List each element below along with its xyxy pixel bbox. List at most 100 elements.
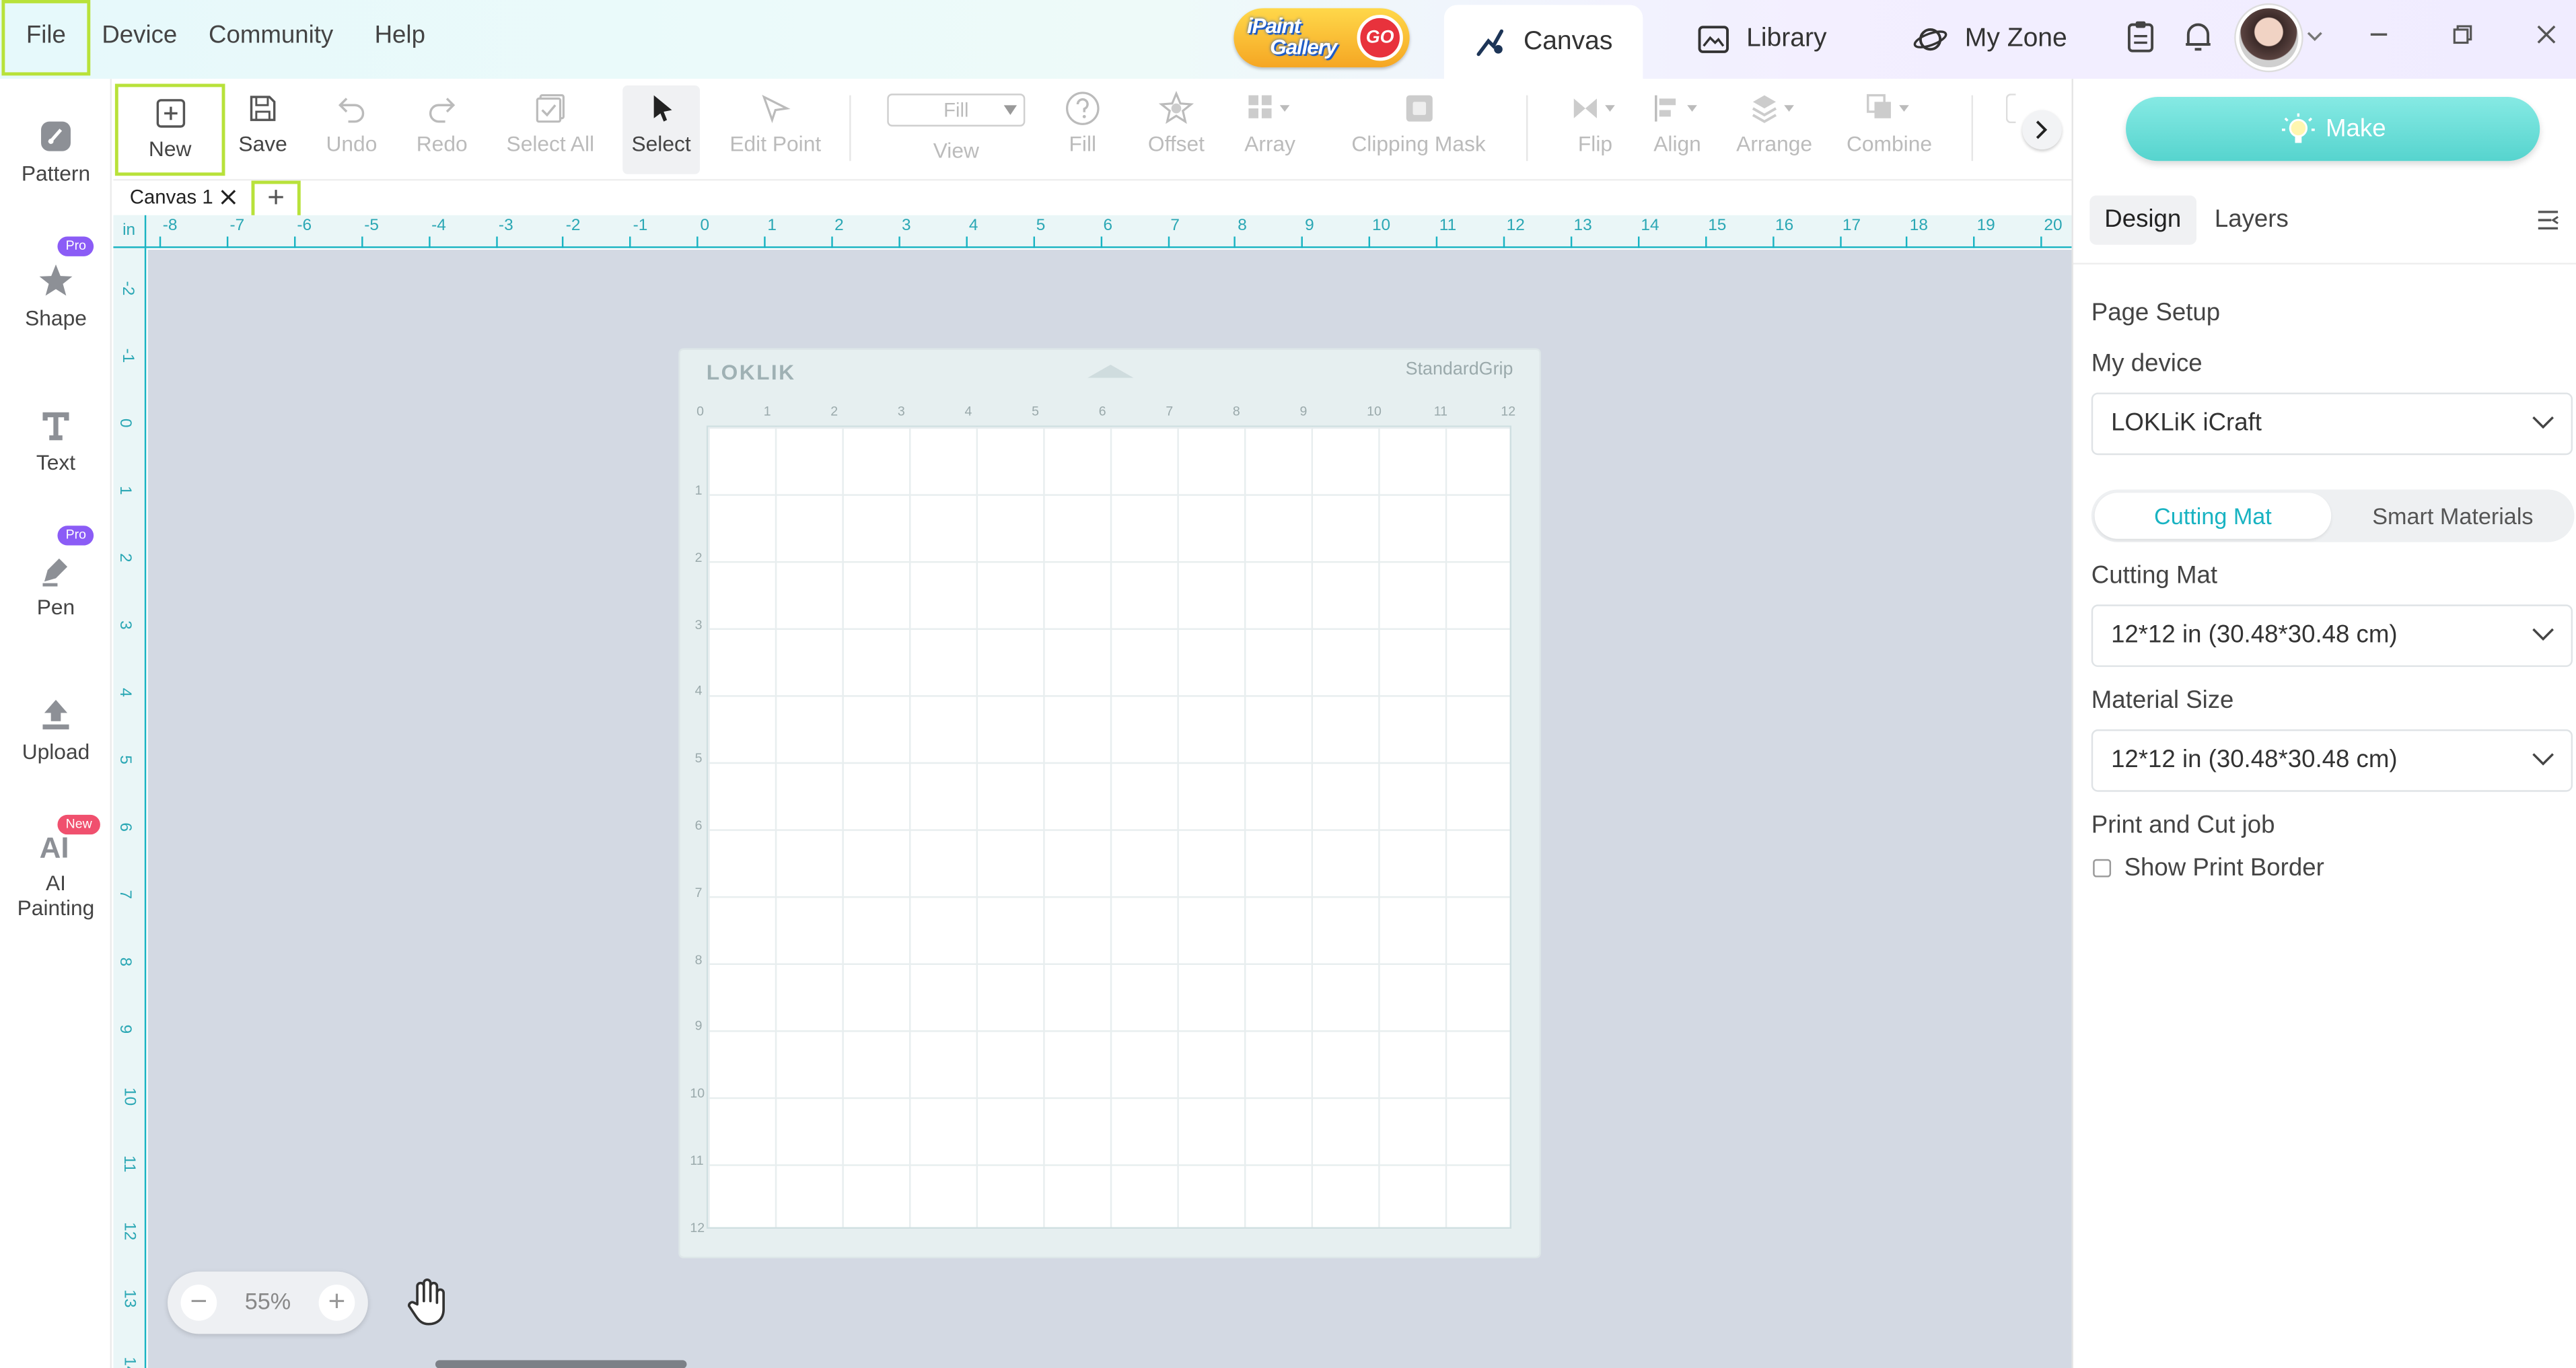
cutting-mat-select[interactable]: 12*12 in (30.48*30.48 cm)	[2091, 604, 2573, 668]
zoom-out-button[interactable]: −	[180, 1285, 217, 1321]
segment-cutting-mat[interactable]: Cutting Mat	[2094, 493, 2332, 539]
clipboard-icon[interactable]	[2126, 20, 2155, 52]
menu-file[interactable]: File	[1, 0, 91, 76]
close-icon[interactable]	[219, 189, 236, 205]
flip-button[interactable]: Flip	[1567, 85, 1623, 174]
undo-button[interactable]: Undo	[319, 85, 385, 174]
select-button[interactable]: Select	[622, 85, 700, 174]
menu-community[interactable]: Community	[209, 0, 333, 75]
document-tab-label: Canvas 1	[129, 185, 213, 209]
sidebar-item-text[interactable]: Text	[0, 407, 112, 475]
ruler-tick	[361, 236, 363, 248]
ruler-tick-label: 8	[1238, 217, 1247, 236]
clipping-mask-button[interactable]: Clipping Mask	[1349, 85, 1489, 174]
fill-select[interactable]: Fill	[887, 94, 1026, 127]
ruler-tick	[1570, 236, 1573, 248]
question-circle-icon	[1066, 92, 1100, 125]
ruler-tick-label: 6	[115, 822, 134, 832]
align-icon	[1655, 95, 1697, 122]
device-select[interactable]: LOKLiK iCraft	[2091, 392, 2573, 456]
segment-smart-materials[interactable]: Smart Materials	[2334, 493, 2571, 538]
canvas-area[interactable]: LOKLIK StandardGrip 0 1 2 3 4 5 6 7 8 9 10 11 12 123…	[147, 250, 2072, 1368]
view-group: Fill View	[886, 85, 1027, 174]
sidebar-item-pen[interactable]: Pro Pen	[0, 526, 112, 619]
redo-button[interactable]: Redo	[409, 85, 475, 174]
ruler-tick-label: 4	[115, 688, 134, 697]
tab-canvas[interactable]: Canvas	[1443, 5, 1643, 79]
tab-library[interactable]: Library	[1697, 0, 1826, 79]
tab-canvas-1[interactable]: Canvas 1	[130, 186, 236, 209]
horizontal-ruler: -8 -7 -6 -5 -4 -3 -2 -1 0 1 2 3 4 5 6 7 8 9 10 11 12 13 14 15 16…	[113, 215, 2072, 248]
close-icon	[2537, 25, 2556, 44]
bell-icon[interactable]	[2183, 20, 2213, 52]
select-all-button[interactable]: Select All	[501, 85, 600, 174]
ruler-tick	[1234, 236, 1236, 248]
avatar[interactable]	[2235, 5, 2302, 71]
tab-my-zone-label: My Zone	[1964, 24, 2067, 53]
ruler-tick-label: 4	[968, 217, 978, 236]
hand-pan-icon[interactable]	[404, 1278, 450, 1327]
ruler-tick-label: 8	[115, 957, 134, 967]
new-label: New	[148, 136, 192, 161]
horizontal-scrollbar[interactable]	[435, 1360, 687, 1368]
ruler-tick-label: 7	[115, 890, 134, 900]
vertical-ruler: -2 -1 0 1 2 3 4 5 6 7 8 9 10 11 12 13 14	[113, 248, 147, 1368]
ruler-tick	[1435, 236, 1438, 248]
sidebar-item-shape[interactable]: Pro Shape	[0, 236, 112, 330]
combine-button[interactable]: Combine	[1843, 85, 1935, 174]
close-button[interactable]	[2532, 23, 2561, 52]
ruler-tick	[1301, 236, 1303, 248]
clipping-mask-icon	[1405, 95, 1432, 122]
zoom-in-button[interactable]: +	[318, 1285, 355, 1321]
sidebar-item-label: Painting	[17, 895, 95, 921]
panel-collapse-icon[interactable]	[2536, 210, 2559, 230]
make-button[interactable]: Make	[2126, 97, 2540, 161]
tab-design[interactable]: Design	[2089, 195, 2196, 245]
fill-button[interactable]: Fill	[1058, 85, 1107, 174]
material-size-select[interactable]: 12*12 in (30.48*30.48 cm)	[2091, 729, 2573, 792]
mat-tick-label: 8	[694, 951, 703, 967]
mat-tick-label: 12	[690, 1220, 705, 1235]
sidebar-item-upload[interactable]: Upload	[0, 696, 112, 764]
zoom-level: 55%	[244, 1287, 291, 1315]
menu-help[interactable]: Help	[375, 0, 425, 75]
mat-tick-label: 9	[1299, 404, 1308, 419]
ruler-tick-label: 10	[120, 1087, 139, 1106]
ruler-tick-label: 14	[120, 1357, 139, 1368]
redo-icon	[429, 98, 456, 123]
save-button[interactable]: Save	[231, 85, 294, 174]
ruler-tick	[1906, 236, 1908, 248]
tab-layers[interactable]: Layers	[2200, 196, 2303, 245]
mat-tick-label: 11	[1433, 404, 1448, 419]
cursor-icon	[653, 95, 672, 122]
ruler-tick-label: 14	[1641, 217, 1659, 236]
ipaint-gallery-button[interactable]: iPaint Gallery GO	[1233, 8, 1410, 68]
ruler-tick-label: -6	[297, 217, 312, 236]
ruler-tick	[1839, 236, 1841, 248]
show-print-border-checkbox[interactable]	[2093, 859, 2112, 877]
restore-button[interactable]	[2448, 23, 2478, 52]
menu-device[interactable]: Device	[102, 0, 177, 75]
mat-tick-label: 6	[1098, 404, 1106, 419]
chevron-down-icon	[2532, 628, 2554, 641]
sidebar-item-label: Pattern	[21, 161, 91, 186]
tab-my-zone[interactable]: My Zone	[1912, 0, 2067, 79]
sidebar-item-pattern[interactable]: Pattern	[0, 118, 112, 186]
ruler-tick-label: 11	[1439, 217, 1457, 236]
sidebar-item-ai-painting[interactable]: New AI AI Painting	[0, 814, 112, 921]
new-button[interactable]: New	[114, 83, 225, 176]
arrange-button[interactable]: Arrange	[1733, 85, 1816, 174]
mat-tick-label: 9	[694, 1019, 703, 1034]
ruler-tick-label: 5	[115, 755, 134, 764]
mat-brand: LOKLIK	[706, 359, 796, 385]
align-button[interactable]: Align	[1649, 85, 1705, 174]
chevron-down-icon[interactable]	[2307, 30, 2323, 43]
mat-tick-label: 2	[694, 550, 703, 565]
array-button[interactable]: Array	[1237, 85, 1303, 174]
edit-point-button[interactable]: Edit Point	[726, 85, 824, 174]
offset-button[interactable]: Offset	[1143, 85, 1209, 174]
save-icon	[250, 96, 276, 121]
minimize-button[interactable]	[2364, 23, 2394, 52]
ruler-tick-label: -2	[565, 217, 581, 236]
toolbar-scroll-right-button[interactable]	[2022, 110, 2062, 150]
